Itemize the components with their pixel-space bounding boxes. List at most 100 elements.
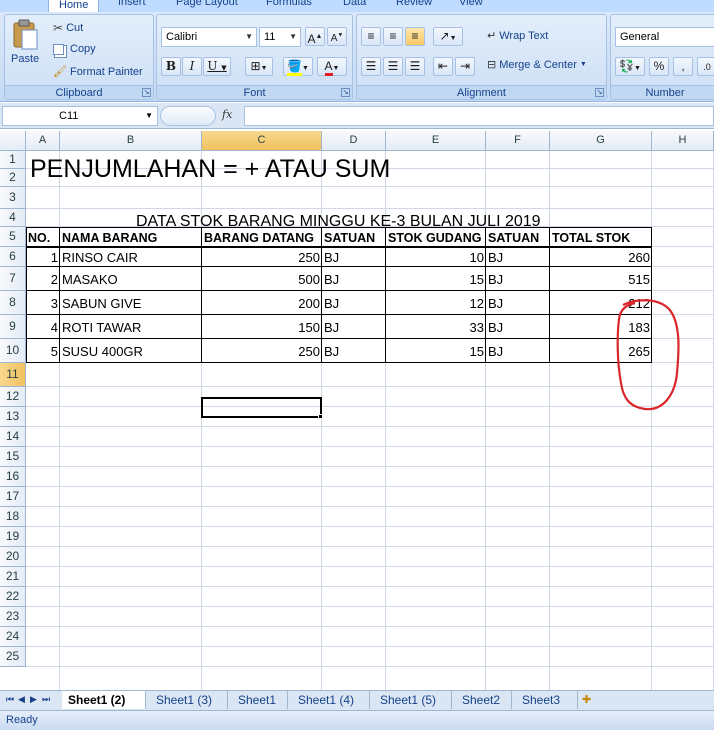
align-left-button[interactable]: ☰ xyxy=(361,57,381,76)
table-cell[interactable]: BJ xyxy=(322,315,386,339)
table-cell[interactable]: BJ xyxy=(322,291,386,315)
tab-view[interactable]: View xyxy=(459,0,483,8)
row-header[interactable]: 13 xyxy=(0,407,26,427)
table-cell[interactable]: 3 xyxy=(26,291,60,315)
column-header[interactable]: C xyxy=(202,131,322,151)
table-cell[interactable]: BJ xyxy=(322,339,386,363)
table-cell[interactable]: 10 xyxy=(386,247,486,267)
table-cell[interactable]: RINSO CAIR xyxy=(60,247,202,267)
table-cell[interactable]: NAMA BARANG xyxy=(60,227,202,247)
column-header[interactable]: G xyxy=(550,131,652,151)
column-header[interactable]: A xyxy=(26,131,60,151)
row-header[interactable]: 22 xyxy=(0,587,26,607)
table-cell[interactable]: ROTI TAWAR xyxy=(60,315,202,339)
table-cell[interactable]: BJ xyxy=(322,247,386,267)
table-cell[interactable]: 200 xyxy=(202,291,322,315)
format-painter-button[interactable]: 🖌 Format Painter xyxy=(53,65,143,79)
insert-function-button[interactable]: fx xyxy=(222,108,232,121)
table-cell[interactable]: 33 xyxy=(386,315,486,339)
tab-home[interactable]: Home xyxy=(48,0,100,12)
borders-button[interactable]: ⊞▼ xyxy=(245,57,273,76)
table-cell[interactable]: BJ xyxy=(486,315,550,339)
column-header[interactable]: H xyxy=(652,131,714,151)
table-cell[interactable]: NO. xyxy=(26,227,60,247)
sheet-title[interactable]: PENJUMLAHAN = + ATAU SUM xyxy=(30,155,390,184)
table-cell[interactable]: 12 xyxy=(386,291,486,315)
clipboard-launcher-icon[interactable]: ↘ xyxy=(142,88,151,97)
row-header[interactable]: 15 xyxy=(0,447,26,467)
row-header[interactable]: 11 xyxy=(0,363,26,387)
row-header[interactable]: 25 xyxy=(0,647,26,667)
table-cell[interactable]: BJ xyxy=(486,267,550,291)
row-header[interactable]: 16 xyxy=(0,467,26,487)
column-header[interactable]: E xyxy=(386,131,486,151)
decrease-indent-button[interactable]: ⇤ xyxy=(433,57,453,76)
column-header[interactable]: F xyxy=(486,131,550,151)
table-cell[interactable]: MASAKO xyxy=(60,267,202,291)
table-cell[interactable]: 150 xyxy=(202,315,322,339)
row-header[interactable]: 17 xyxy=(0,487,26,507)
comma-style-button[interactable]: , xyxy=(673,57,693,76)
table-cell[interactable]: 250 xyxy=(202,247,322,267)
bold-button[interactable]: B xyxy=(161,57,181,76)
row-header[interactable]: 3 xyxy=(0,187,26,209)
formula-input[interactable] xyxy=(244,106,714,126)
sheet-tab[interactable]: Sheet1 (4) xyxy=(292,691,370,709)
italic-button[interactable]: I xyxy=(182,57,202,76)
sheet-tab[interactable]: Sheet1 (5) xyxy=(374,691,452,709)
alignment-launcher-icon[interactable]: ↘ xyxy=(595,88,604,97)
number-format-select[interactable]: General xyxy=(615,27,714,47)
table-cell[interactable]: STOK GUDANG xyxy=(386,227,486,247)
table-cell[interactable]: SATUAN xyxy=(322,227,386,247)
name-box[interactable]: C11 ▼ xyxy=(2,106,158,126)
row-header[interactable]: 14 xyxy=(0,427,26,447)
font-size-select[interactable]: 11 ▼ xyxy=(259,27,301,47)
row-header[interactable]: 21 xyxy=(0,567,26,587)
table-cell[interactable]: BJ xyxy=(322,267,386,291)
row-header[interactable]: 10 xyxy=(0,339,26,363)
table-cell[interactable]: BJ xyxy=(486,291,550,315)
align-top-button[interactable]: ≡ xyxy=(361,27,381,46)
table-cell[interactable]: 4 xyxy=(26,315,60,339)
table-cell[interactable]: 15 xyxy=(386,267,486,291)
next-sheet-icon[interactable]: ▶ xyxy=(30,694,37,705)
row-header[interactable]: 6 xyxy=(0,247,26,267)
table-cell[interactable]: BJ xyxy=(486,339,550,363)
tab-review[interactable]: Review xyxy=(396,0,432,8)
tab-formulas[interactable]: Formulas xyxy=(266,0,312,8)
formula-bar-expand[interactable] xyxy=(160,106,216,126)
row-header[interactable]: 4 xyxy=(0,209,26,227)
percent-style-button[interactable]: % xyxy=(649,57,669,76)
merge-center-button[interactable]: ⊟ Merge & Center ▼ xyxy=(487,58,587,72)
sheet-tab[interactable]: Sheet3 xyxy=(516,691,578,709)
sheet-tab[interactable]: Sheet2 xyxy=(456,691,512,709)
table-cell[interactable]: 515 xyxy=(550,267,652,291)
align-middle-button[interactable]: ≡ xyxy=(383,27,403,46)
row-header[interactable]: 20 xyxy=(0,547,26,567)
selected-cell[interactable] xyxy=(201,397,322,418)
grow-font-button[interactable]: A▲ xyxy=(305,27,325,46)
column-header[interactable]: B xyxy=(60,131,202,151)
underline-button[interactable]: U ▼ xyxy=(203,57,231,76)
table-cell[interactable]: TOTAL STOK xyxy=(550,227,652,247)
row-header[interactable]: 23 xyxy=(0,607,26,627)
align-center-button[interactable]: ☰ xyxy=(383,57,403,76)
row-header[interactable]: 8 xyxy=(0,291,26,315)
table-cell[interactable]: 5 xyxy=(26,339,60,363)
sheet-tab[interactable]: Sheet1 (2) xyxy=(62,691,146,709)
copy-button[interactable]: Copy xyxy=(53,43,96,55)
fill-handle[interactable] xyxy=(318,414,323,419)
row-header[interactable]: 18 xyxy=(0,507,26,527)
row-header[interactable]: 19 xyxy=(0,527,26,547)
font-launcher-icon[interactable]: ↘ xyxy=(341,88,350,97)
table-cell[interactable]: 250 xyxy=(202,339,322,363)
table-cell[interactable]: 1 xyxy=(26,247,60,267)
font-name-select[interactable]: Calibri ▼ xyxy=(161,27,257,47)
table-cell[interactable]: BARANG DATANG xyxy=(202,227,322,247)
table-cell[interactable]: SUSU 400GR xyxy=(60,339,202,363)
row-header[interactable]: 5 xyxy=(0,227,26,247)
orientation-button[interactable]: ↗▼ xyxy=(433,27,463,46)
paste-button[interactable]: Paste xyxy=(11,19,39,65)
increase-indent-button[interactable]: ⇥ xyxy=(455,57,475,76)
increase-decimal-button[interactable]: .0 xyxy=(697,57,714,76)
